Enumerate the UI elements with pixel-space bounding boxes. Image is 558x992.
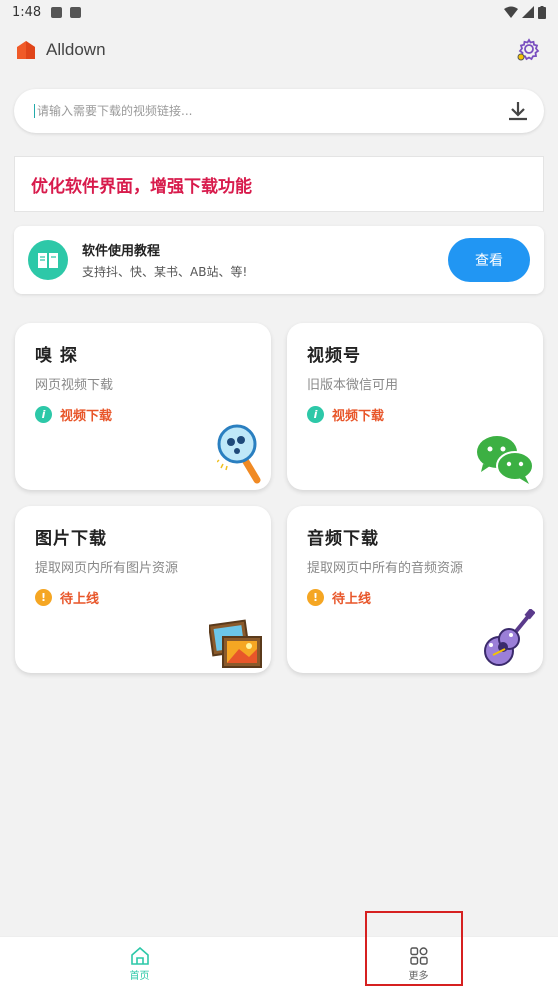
home-icon	[130, 947, 149, 965]
wechat-icon	[477, 436, 534, 484]
card-title: 音频下载	[307, 529, 379, 549]
image-notification-icon	[51, 6, 63, 18]
app-logo-icon	[17, 41, 35, 59]
sniff-card[interactable]: 嗅 探 网页视频下载 i 视频下载	[15, 323, 271, 490]
video-link-input[interactable]	[34, 104, 506, 118]
image-download-card[interactable]: 图片下载 提取网页内所有图片资源 ! 待上线	[15, 506, 271, 673]
download-icon	[509, 102, 527, 121]
search-box	[14, 89, 544, 133]
info-icon: i	[307, 406, 324, 423]
card-status: 待上线	[60, 592, 100, 607]
tutorial-title: 软件使用教程	[82, 244, 161, 259]
signal-icon	[522, 6, 534, 18]
status-time: 1:48	[12, 4, 42, 20]
guitar-icon	[484, 609, 535, 666]
card-subtitle: 旧版本微信可用	[307, 378, 399, 393]
status-bar: 1:48	[0, 0, 558, 24]
view-tutorial-button[interactable]: 查看	[448, 238, 530, 282]
card-title: 视频号	[307, 346, 361, 366]
nav-item-home[interactable]: 首页	[0, 937, 279, 992]
card-subtitle: 提取网页中所有的音频资源	[307, 561, 464, 576]
picture-icon	[209, 619, 262, 668]
announcement-banner: 优化软件界面，增强下载功能	[14, 156, 544, 212]
app-header: Alldown	[0, 30, 558, 70]
card-status: 待上线	[332, 592, 372, 607]
bottom-nav: 首页 更多	[0, 936, 558, 992]
card-status: 视频下载	[332, 409, 385, 424]
wifi-icon	[504, 6, 518, 18]
warning-icon: !	[35, 589, 52, 606]
info-icon: i	[35, 406, 52, 423]
card-subtitle: 网页视频下载	[35, 378, 114, 393]
gear-icon	[517, 38, 540, 61]
warning-icon: !	[307, 589, 324, 606]
card-subtitle: 提取网页内所有图片资源	[35, 561, 179, 576]
magnifier-icon	[217, 424, 261, 484]
settings-button[interactable]	[514, 36, 542, 64]
text-notification-icon	[70, 6, 82, 18]
tutorial-card[interactable]: 软件使用教程 支持抖、快、某书、AB站、等! 查看	[14, 226, 544, 294]
battery-icon	[538, 5, 546, 19]
audio-download-card[interactable]: 音频下载 提取网页中所有的音频资源 ! 待上线	[287, 506, 543, 673]
app-title: Alldown	[46, 40, 106, 59]
card-status: 视频下载	[60, 409, 113, 424]
tutorial-subtitle: 支持抖、快、某书、AB站、等!	[82, 265, 248, 279]
book-icon	[28, 240, 68, 280]
channels-card[interactable]: 视频号 旧版本微信可用 i 视频下载	[287, 323, 543, 490]
highlight-box	[365, 911, 463, 986]
card-title: 嗅 探	[35, 346, 78, 366]
card-title: 图片下载	[35, 529, 107, 549]
nav-label-home: 首页	[129, 971, 150, 982]
download-button[interactable]	[506, 99, 530, 123]
